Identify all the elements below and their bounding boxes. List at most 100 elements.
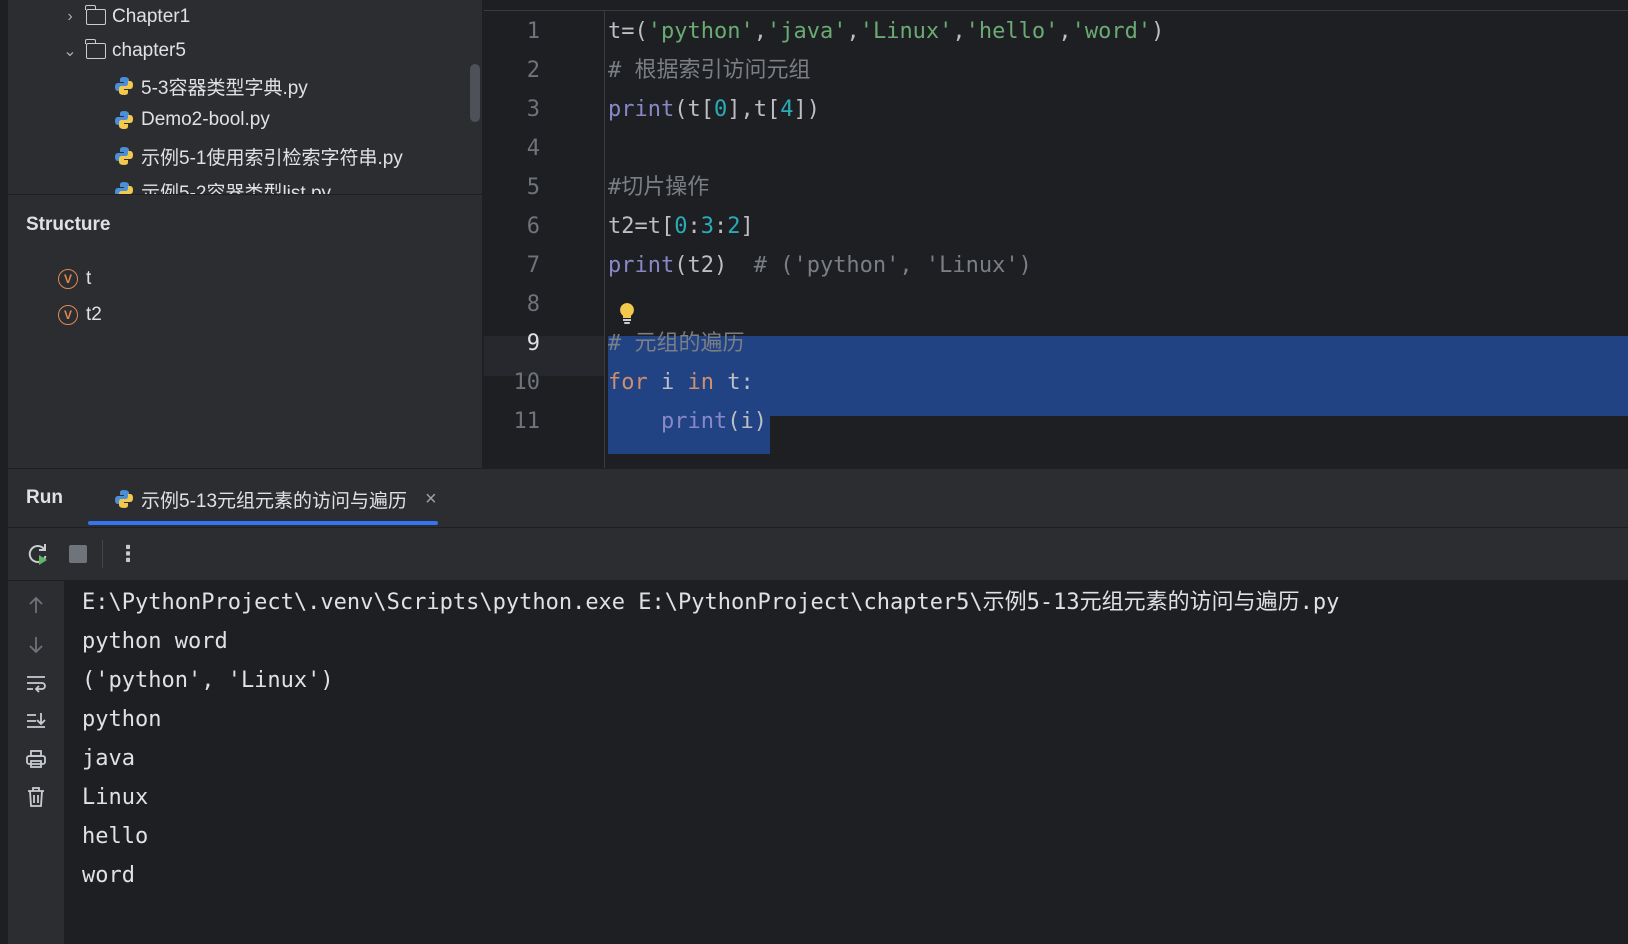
code-token: in xyxy=(687,370,715,395)
tree-file[interactable]: 示例5-2容器类型list.py xyxy=(8,174,482,195)
tree-scrollbar[interactable] xyxy=(470,64,480,122)
line-number: 2 xyxy=(526,58,540,83)
code-token: t: xyxy=(714,370,754,395)
code-token: , xyxy=(846,19,860,44)
tree-item-label: 5-3容器类型字典.py xyxy=(141,77,308,99)
code-token: 'python' xyxy=(647,19,754,44)
rerun-icon[interactable] xyxy=(24,540,52,568)
soft-wrap-icon[interactable] xyxy=(22,669,50,697)
console-output[interactable]: E:\PythonProject\.venv\Scripts\python.ex… xyxy=(64,581,1628,944)
python-file-icon xyxy=(115,77,133,95)
console-line: python word xyxy=(82,629,228,654)
code-token: , xyxy=(753,19,767,44)
console-line: Linux xyxy=(82,785,149,810)
print-icon[interactable] xyxy=(22,745,50,773)
run-sidebar xyxy=(8,581,64,944)
code-token: : xyxy=(713,214,728,239)
tree-item-label: Demo2-bool.py xyxy=(141,109,270,130)
line-number: 1 xyxy=(526,19,540,44)
scroll-to-end-icon[interactable] xyxy=(22,707,50,735)
code-editor[interactable]: 1 2 3 4 5 6 7 8 9 10 11 t=('python','java','Linux'… xyxy=(484,0,1628,468)
more-icon[interactable]: ⋮ xyxy=(114,540,142,568)
code-token: print xyxy=(608,253,675,278)
run-toolbar: ⋮ xyxy=(8,528,1628,581)
console-line: java xyxy=(82,746,135,771)
run-tab-label: 示例5-13元组元素的访问与遍历 xyxy=(141,490,408,512)
tree-item-label: Chapter1 xyxy=(112,6,191,27)
run-header: Run 示例5-13元组元素的访问与遍历 × xyxy=(8,468,1628,528)
arrow-down-icon[interactable] xyxy=(22,631,50,659)
code-token: ]) xyxy=(793,97,820,122)
project-tree: › Chapter1 ⌄ chapter5 5-3容器类型字典.py Demo2… xyxy=(8,0,482,195)
code-token: 'java' xyxy=(766,19,847,44)
arrow-up-icon[interactable] xyxy=(22,591,50,619)
line-number: 11 xyxy=(513,409,541,434)
code-token: , xyxy=(1058,19,1072,44)
tree-item-label: chapter5 xyxy=(112,40,186,61)
code-token: ] xyxy=(740,214,754,239)
stop-icon[interactable] xyxy=(64,540,92,568)
structure-panel: Structure V t V t2 xyxy=(8,196,482,468)
editor-top-border xyxy=(484,10,1628,11)
structure-item-label: t xyxy=(86,268,92,289)
tree-folder-chapter5[interactable]: ⌄ chapter5 xyxy=(8,34,482,68)
run-tool-window: Run 示例5-13元组元素的访问与遍历 × ⋮ E:\PythonProjec… xyxy=(8,468,1628,944)
code-token: print xyxy=(608,97,675,122)
console-line: hello xyxy=(82,824,149,849)
code-token: (i) xyxy=(727,409,767,434)
line-number: 8 xyxy=(526,292,540,317)
code-token: , xyxy=(952,19,966,44)
tree-file[interactable]: Demo2-bool.py xyxy=(8,103,482,137)
left-panel: › Chapter1 ⌄ chapter5 5-3容器类型字典.py Demo2… xyxy=(8,0,483,468)
code-line: for i in t: xyxy=(608,363,754,403)
tree-item-label: 示例5-1使用索引检索字符串.py xyxy=(141,147,403,169)
code-token: 'Linux' xyxy=(859,19,953,44)
structure-item-t[interactable]: V t xyxy=(58,266,91,292)
line-number: 3 xyxy=(526,97,540,122)
structure-title: Structure xyxy=(26,214,111,235)
line-number: 10 xyxy=(513,370,541,395)
code-token: 2 xyxy=(727,214,741,239)
code-token: # ('python', 'Linux') xyxy=(753,253,1032,278)
tree-folder-chapter1[interactable]: › Chapter1 xyxy=(8,0,482,34)
code-token: 3 xyxy=(700,214,714,239)
code-token: i xyxy=(647,370,688,395)
chevron-right-icon[interactable]: › xyxy=(60,8,80,26)
line-number: 9 xyxy=(526,331,540,356)
tree-file[interactable]: 5-3容器类型字典.py xyxy=(8,69,482,103)
code-token: 0 xyxy=(713,97,728,122)
code-token: # 根据索引访问元组 xyxy=(608,58,811,83)
code-token: (t2) xyxy=(674,253,754,278)
line-number-gutter: 1 2 3 4 5 6 7 8 9 10 11 xyxy=(484,0,604,468)
code-token: : xyxy=(687,214,701,239)
folder-icon xyxy=(85,39,106,59)
code-token: for xyxy=(608,370,648,395)
structure-item-t2[interactable]: V t2 xyxy=(58,302,102,328)
code-token: ],t[ xyxy=(727,97,781,122)
lightbulb-icon[interactable] xyxy=(618,302,636,326)
code-line: # 元组的遍历 xyxy=(608,324,745,364)
line-number: 6 xyxy=(526,214,540,239)
python-file-icon xyxy=(115,147,133,165)
trash-icon[interactable] xyxy=(22,783,50,811)
chevron-down-icon[interactable]: ⌄ xyxy=(60,41,80,61)
line-number: 4 xyxy=(526,136,540,161)
console-line: E:\PythonProject\.venv\Scripts\python.ex… xyxy=(82,590,1340,615)
code-token: #切片操作 xyxy=(608,175,710,200)
code-token: print xyxy=(660,409,728,434)
python-file-icon xyxy=(115,111,133,129)
line-number: 7 xyxy=(526,253,540,278)
code-line: print(i) xyxy=(608,402,767,442)
tree-item-label: 示例5-2容器类型list.py xyxy=(141,182,332,195)
line-number: 5 xyxy=(526,175,540,200)
console-line: word xyxy=(82,863,135,888)
tree-file[interactable]: 示例5-1使用索引检索字符串.py xyxy=(8,139,482,173)
variable-icon: V xyxy=(58,269,78,289)
run-tab[interactable]: 示例5-13元组元素的访问与遍历 × xyxy=(88,469,438,529)
close-icon[interactable]: × xyxy=(425,488,437,511)
code-line: # 根据索引访问元组 xyxy=(608,51,811,91)
code-line: t=('python','java','Linux','hello','word… xyxy=(608,12,1164,52)
folder-icon xyxy=(85,5,106,25)
python-file-icon xyxy=(115,490,133,508)
